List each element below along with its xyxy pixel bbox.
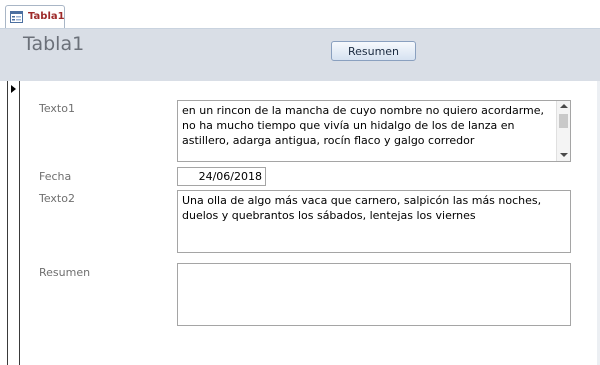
fecha-label: Fecha [39,170,72,183]
tab-tabla1[interactable]: Tabla1 [5,5,65,28]
resumen-label: Resumen [39,266,91,279]
form-icon [10,11,23,23]
texto1-field[interactable]: en un rincon de la mancha de cuyo nombre… [177,100,571,162]
texto1-scrollbar[interactable] [556,101,570,161]
texto2-value: Una olla de algo más vaca que carnero, s… [182,194,542,222]
current-record-arrow-icon [11,85,16,93]
scroll-up-icon[interactable] [560,104,568,108]
form-title: Tabla1 [23,33,85,55]
scroll-down-icon[interactable] [560,153,568,157]
record-selector[interactable] [7,81,20,365]
texto2-field[interactable]: Una olla de algo más vaca que carnero, s… [177,190,571,253]
fecha-field[interactable]: 24/06/2018 [177,167,266,186]
fecha-value: 24/06/2018 [198,170,262,183]
tab-label: Tabla1 [28,11,65,22]
resumen-field[interactable] [177,263,571,326]
texto1-value: en un rincon de la mancha de cuyo nombre… [182,104,545,147]
texto2-label: Texto2 [39,192,75,205]
resumen-button[interactable]: Resumen [331,41,416,61]
document-tab-strip: Tabla1 [0,0,600,29]
form-header: Tabla1 Resumen [0,29,600,81]
texto1-label: Texto1 [39,102,75,115]
scroll-thumb[interactable] [559,114,568,128]
